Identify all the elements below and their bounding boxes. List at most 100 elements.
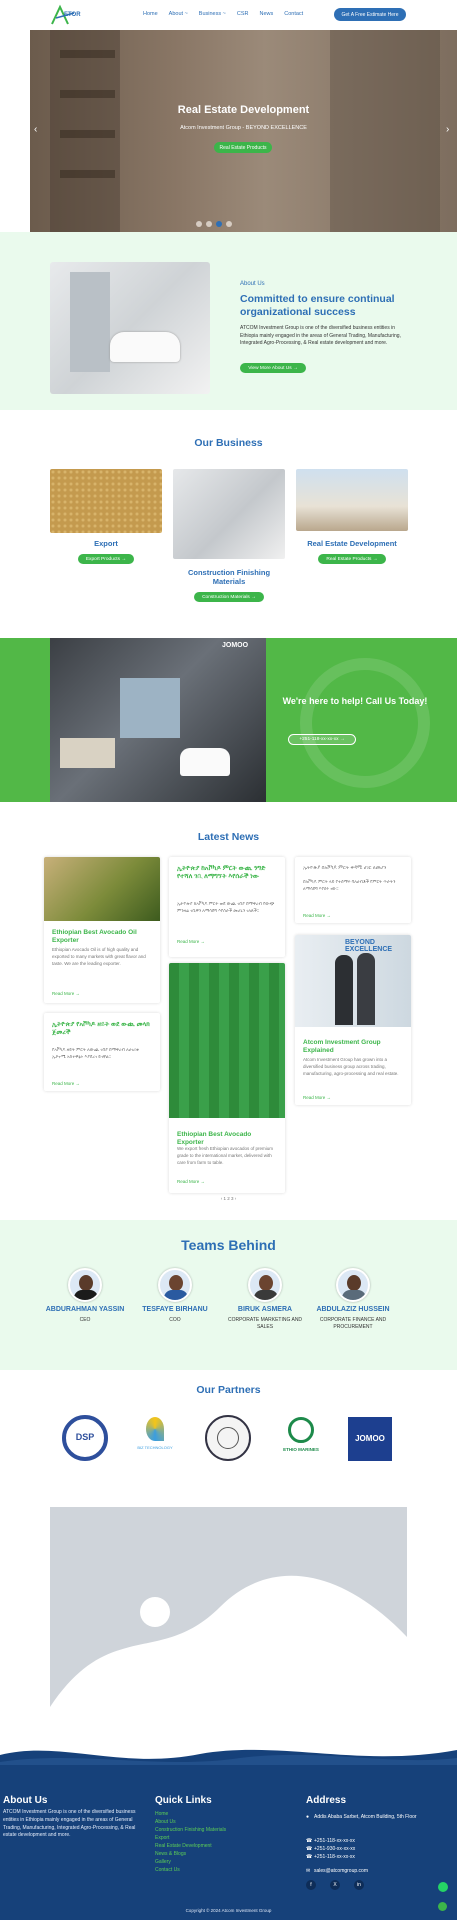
footer-about-text: ATCOM Investment Group is one of the div… bbox=[3, 1809, 136, 1839]
hero-subtitle: Atcom Investment Group - BEYOND EXCELLEN… bbox=[180, 125, 307, 131]
map-placeholder-image bbox=[50, 1507, 407, 1743]
prev-arrow-icon[interactable]: ‹ bbox=[34, 124, 37, 135]
member-name: BIRUK ASMERA bbox=[237, 1306, 293, 1313]
real-estate-image[interactable] bbox=[296, 469, 408, 531]
export-image[interactable] bbox=[50, 469, 162, 533]
quick-links-title: Quick Links bbox=[155, 1795, 212, 1806]
read-more-link[interactable]: Read More → bbox=[52, 1081, 80, 1086]
nav-csr[interactable]: CSR bbox=[237, 11, 249, 17]
hero-slider: Real Estate Development Atcom Investment… bbox=[30, 30, 457, 232]
news-card[interactable]: Ethiopian Best Avocado Oil Exporter Ethi… bbox=[44, 857, 160, 1003]
news-card[interactable]: Ethiopian Best Avocado Exporter We expor… bbox=[169, 963, 285, 1193]
hero-button[interactable]: Real Estate Products bbox=[214, 142, 272, 153]
address-title: Address bbox=[306, 1795, 347, 1806]
read-more-link[interactable]: Read More → bbox=[303, 1095, 331, 1100]
slider-dot[interactable] bbox=[206, 221, 212, 227]
quick-link[interactable]: About Us bbox=[155, 1818, 226, 1826]
news-card-title[interactable]: Ethiopian Best Avocado Exporter bbox=[177, 1131, 277, 1147]
avatar bbox=[68, 1268, 102, 1302]
news-card-text: ኢትዮጵያ ከአቮካዶ ምርት ወደ ውጪ ገበያ በማቅረብ የውጭ ምንዛሬ… bbox=[177, 901, 275, 913]
partner-logo-biz[interactable]: BIZ TECHNOLOGY bbox=[132, 1415, 178, 1461]
export-products-button[interactable]: Export Products → bbox=[78, 554, 134, 564]
team-member: TESFAYE BIRHANU COO bbox=[135, 1268, 215, 1324]
construction-materials-button[interactable]: Construction Materials → bbox=[194, 592, 264, 602]
call-button[interactable]: +251-118-xx-xx-xx → bbox=[288, 734, 356, 745]
news-pagination[interactable]: ‹ 1 2 3 › bbox=[0, 1196, 457, 1201]
quick-links: Home About Us Construction Finishing Mat… bbox=[155, 1810, 226, 1874]
slider-dot[interactable] bbox=[216, 221, 222, 227]
quick-link[interactable]: Real Estate Development bbox=[155, 1842, 226, 1850]
email-icon: ✉ bbox=[306, 1868, 311, 1874]
phone-2[interactable]: +251-930-xx-xx-xx bbox=[314, 1846, 355, 1852]
nav-contact[interactable]: Contact bbox=[284, 11, 303, 17]
site-header: ETOR Home About ~ Business ~ CSR News Co… bbox=[0, 0, 457, 30]
phone-1[interactable]: +251-118-xx-xx-xx bbox=[314, 1838, 355, 1844]
member-name: ABDULAZIZ HUSSEIN bbox=[316, 1306, 390, 1313]
location-icon: ● bbox=[306, 1814, 310, 1820]
phone-icon: ☎ bbox=[306, 1838, 313, 1844]
quick-link[interactable]: Export bbox=[155, 1834, 226, 1842]
partner-logo-jomoo[interactable]: JOMOO bbox=[348, 1417, 392, 1461]
quick-link[interactable]: Contact Us bbox=[155, 1866, 226, 1874]
x-twitter-icon[interactable]: X bbox=[330, 1880, 340, 1890]
view-more-about-button[interactable]: View More About Us → bbox=[240, 363, 306, 373]
whatsapp-icon[interactable] bbox=[438, 1882, 448, 1892]
quick-link[interactable]: News & Blogs bbox=[155, 1850, 226, 1858]
slider-dot[interactable] bbox=[196, 221, 202, 227]
phone-3[interactable]: +251-118-xx-xx-xx bbox=[314, 1854, 355, 1860]
about-kicker: About Us bbox=[240, 281, 265, 287]
construction-image[interactable] bbox=[173, 469, 285, 559]
quick-link[interactable]: Gallery bbox=[155, 1858, 226, 1866]
address-text: Addis Ababa Sarbet, Atcom Building, 5th … bbox=[314, 1814, 417, 1820]
about-text: ATCOM Investment Group is one of the div… bbox=[240, 325, 401, 346]
news-card[interactable]: ኢትዮጵያ የአቮካዶ ዘይት ወደ ውጪ መላክ ጀመረች የአቮካዶ ዘይት… bbox=[44, 1013, 160, 1091]
facebook-icon[interactable]: f bbox=[306, 1880, 316, 1890]
member-role: CORPORATE MARKETING AND SALES bbox=[227, 1317, 303, 1330]
news-card[interactable]: ኢትዮጵያ በአቮካዶ ምርት ቀዳሚ ሀገር ለመሆን በአቮካዶ ምርት ላ… bbox=[295, 857, 411, 923]
real-estate-products-button[interactable]: Real Estate Products → bbox=[318, 554, 386, 564]
nav-about[interactable]: About ~ bbox=[169, 11, 188, 17]
slider-dots bbox=[196, 221, 232, 227]
main-nav: Home About ~ Business ~ CSR News Contact bbox=[143, 11, 303, 17]
news-card[interactable]: BEYOND EXCELLENCE Atcom Investment Group… bbox=[295, 935, 411, 1105]
quick-link[interactable]: Home bbox=[155, 1810, 226, 1818]
news-card-title[interactable]: Atcom Investment Group Explained bbox=[303, 1039, 403, 1055]
site-footer bbox=[0, 1765, 457, 1920]
news-card-title[interactable]: ኢትዮጵያ የአቮካዶ ዘይት ወደ ውጪ መላክ ጀመረች bbox=[52, 1021, 152, 1037]
news-card-title[interactable]: ኢትዮጵያ በአቮካዶ ምርት ቀዳሚ ሀገር ለመሆን bbox=[303, 865, 403, 871]
read-more-link[interactable]: Read More → bbox=[177, 939, 205, 944]
news-card[interactable]: ኢትዮጵያ ከአቮካዶ ምርት ውጪ ንግድ የተሻለ ገቢ ለማግኘት እየሰ… bbox=[169, 857, 285, 957]
team-member: BIRUK ASMERA CORPORATE MARKETING AND SAL… bbox=[225, 1268, 305, 1330]
phone-icon: ☎ bbox=[306, 1846, 313, 1852]
quick-link[interactable]: Construction Finishing Materials bbox=[155, 1826, 226, 1834]
read-more-link[interactable]: Read More → bbox=[177, 1179, 205, 1184]
member-role: CEO bbox=[79, 1317, 91, 1324]
member-name: TESFAYE BIRHANU bbox=[142, 1306, 208, 1313]
email-link[interactable]: sales@atcomgroup.com bbox=[314, 1868, 368, 1874]
teams-title: Teams Behind bbox=[181, 1237, 276, 1253]
nav-news[interactable]: News bbox=[259, 11, 273, 17]
news-card-text: Ethiopian Avocado Oil is of high quality… bbox=[52, 947, 146, 966]
partner-logo-dsp[interactable]: DSP bbox=[62, 1415, 108, 1461]
news-card-title[interactable]: Ethiopian Best Avocado Oil Exporter bbox=[52, 929, 152, 945]
business-label-export: Export bbox=[94, 539, 118, 548]
next-arrow-icon[interactable]: › bbox=[446, 124, 449, 135]
team-member: ABDULAZIZ HUSSEIN CORPORATE FINANCE AND … bbox=[313, 1268, 393, 1330]
member-role: CORPORATE FINANCE AND PROCUREMENT bbox=[319, 1317, 387, 1330]
linkedin-icon[interactable]: in bbox=[354, 1880, 364, 1890]
nav-business[interactable]: Business ~ bbox=[199, 11, 226, 17]
partners-title: Our Partners bbox=[196, 1384, 261, 1396]
read-more-link[interactable]: Read More → bbox=[303, 913, 331, 918]
business-label-real-estate: Real Estate Development bbox=[307, 539, 397, 548]
news-card-title[interactable]: ኢትዮጵያ ከአቮካዶ ምርት ውጪ ንግድ የተሻለ ገቢ ለማግኘት እየሰ… bbox=[177, 865, 277, 881]
logo-text: ETOR bbox=[64, 12, 81, 18]
partner-logo-ethio[interactable]: ETHIO MARINES bbox=[278, 1415, 324, 1461]
partner-logo-seal[interactable] bbox=[205, 1415, 251, 1461]
nav-home[interactable]: Home bbox=[143, 11, 158, 17]
about-title: Committed to ensure continual organizati… bbox=[240, 293, 395, 318]
news-card-text: የአቮካዶ ዘይት ምርት ለውጪ ገበያ በማቅረብ ለሀገሪቱ ኢኮኖሚ አ… bbox=[52, 1047, 139, 1059]
read-more-link[interactable]: Read More → bbox=[52, 991, 80, 996]
help-title: We're here to help! Call Us Today! bbox=[282, 696, 428, 706]
free-estimate-button[interactable]: Get A Free Estimate Here bbox=[334, 8, 406, 21]
slider-dot[interactable] bbox=[226, 221, 232, 227]
